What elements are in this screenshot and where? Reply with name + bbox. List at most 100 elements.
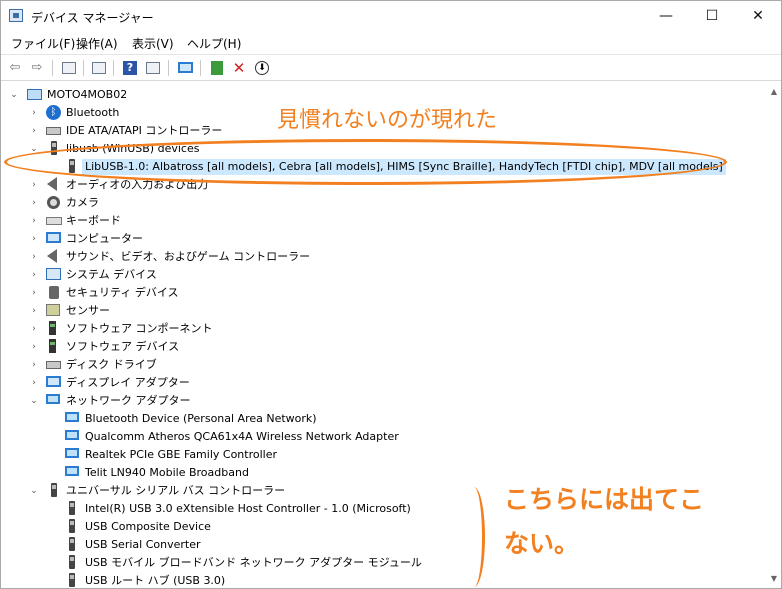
annotation-ellipse — [4, 139, 727, 185]
tree-item-label: USB Composite Device — [85, 520, 211, 533]
back-arrow-icon[interactable]: ⇦ — [6, 59, 24, 77]
chevron-right-icon[interactable]: › — [29, 196, 39, 210]
tree-item-computer[interactable]: › コンピューター — [29, 230, 329, 248]
network-adapter-icon — [65, 448, 79, 458]
chevron-right-icon[interactable]: › — [29, 178, 39, 192]
usb-plug-icon — [51, 483, 57, 497]
system-device-icon — [46, 268, 61, 280]
menu-action[interactable]: 操作(A) — [76, 35, 118, 52]
usb-plug-icon — [69, 555, 75, 569]
window-title: デバイス マネージャー — [31, 11, 154, 25]
chevron-right-icon[interactable]: › — [29, 232, 39, 246]
tree-item-label: センサー — [66, 304, 110, 317]
chevron-right-icon[interactable]: › — [29, 286, 39, 300]
chevron-right-icon[interactable]: › — [29, 106, 39, 120]
action-pane-icon[interactable] — [144, 59, 162, 77]
chevron-down-icon[interactable]: ⌄ — [29, 394, 39, 408]
device-manager-icon — [9, 9, 23, 22]
chevron-right-icon[interactable]: › — [29, 376, 39, 390]
chevron-right-icon[interactable]: › — [29, 214, 39, 228]
chevron-right-icon[interactable]: › — [29, 322, 39, 336]
tree-item-network-adapter[interactable]: ⌄ ネットワーク アダプター — [29, 392, 329, 410]
menu-help[interactable]: ヘルプ(H) — [187, 35, 241, 52]
device-manager-window: デバイス マネージャー — ☐ ✕ ファイル(F) 操作(A) 表示(V) ヘル… — [0, 0, 782, 589]
tree-item-label: Bluetooth — [66, 106, 120, 119]
chevron-right-icon[interactable]: › — [29, 358, 39, 372]
uninstall-device-icon[interactable]: ✕ — [230, 59, 248, 77]
chevron-down-icon[interactable]: ⌄ — [9, 88, 19, 102]
tree-item-label: USB モバイル ブロードバンド ネットワーク アダプター モジュール — [85, 556, 422, 569]
computer-icon — [46, 232, 61, 243]
speaker-icon — [47, 177, 57, 191]
menu-file[interactable]: ファイル(F) — [11, 35, 75, 52]
camera-icon — [47, 196, 60, 209]
chevron-right-icon[interactable]: › — [29, 340, 39, 354]
speaker-icon — [47, 249, 57, 263]
tree-item-label: ディスプレイ アダプター — [66, 376, 190, 389]
tree-item-label: Realtek PCIe GBE Family Controller — [85, 448, 278, 461]
toolbar-separator — [200, 60, 201, 76]
tree-item-network-bt-pan[interactable]: Bluetooth Device (Personal Area Network) — [65, 410, 445, 428]
tree-item-network-realtek[interactable]: Realtek PCIe GBE Family Controller — [65, 446, 445, 464]
tree-item-usb-composite[interactable]: USB Composite Device — [65, 518, 445, 536]
tree-item-label: セキュリティ デバイス — [66, 286, 179, 299]
usb-plug-icon — [69, 537, 75, 551]
toolbar-separator — [113, 60, 114, 76]
chevron-right-icon[interactable]: › — [29, 124, 39, 138]
minimize-button[interactable]: — — [643, 1, 689, 31]
tree-item-network-telit[interactable]: Telit LN940 Mobile Broadband — [65, 464, 445, 482]
scan-hardware-icon[interactable] — [176, 59, 194, 77]
usb-plug-icon — [69, 573, 75, 587]
maximize-button[interactable]: ☐ — [689, 1, 735, 31]
help-icon[interactable]: ? — [121, 59, 139, 77]
network-adapter-icon — [46, 394, 60, 404]
tree-item-label: キーボード — [66, 214, 121, 227]
tree-item-label: IDE ATA/ATAPI コントローラー — [66, 124, 223, 137]
update-driver-icon[interactable] — [208, 59, 226, 77]
tree-item-sound[interactable]: › サウンド、ビデオ、およびゲーム コントローラー — [29, 248, 349, 266]
tree-item-label: コンピューター — [66, 232, 143, 245]
close-button[interactable]: ✕ — [735, 1, 781, 31]
tree-item-label: ソフトウェア デバイス — [66, 340, 180, 353]
properties-sheet-icon[interactable] — [90, 59, 108, 77]
tree-root[interactable]: ⌄ MOTO4MOB02 — [9, 86, 309, 104]
tree-item-software-device[interactable]: › ソフトウェア デバイス — [29, 338, 329, 356]
chevron-right-icon[interactable]: › — [29, 304, 39, 318]
chevron-right-icon[interactable]: › — [29, 268, 39, 282]
bluetooth-icon: ᛒ — [46, 105, 61, 120]
tree-item-display-adapter[interactable]: › ディスプレイ アダプター — [29, 374, 329, 392]
tree-item-usb-controllers[interactable]: ⌄ ユニバーサル シリアル バス コントローラー — [29, 482, 349, 500]
software-device-icon — [49, 339, 56, 353]
tree-item-usb-mobile-broadband[interactable]: USB モバイル ブロードバンド ネットワーク アダプター モジュール — [65, 554, 465, 572]
tree-item-system[interactable]: › システム デバイス — [29, 266, 329, 284]
toolbar: ⇦ ⇨ ? ✕ ⬇ — [1, 54, 781, 81]
tree-item-usb-root-hub[interactable]: USB ルート ハブ (USB 3.0) — [65, 572, 445, 589]
tree-item-label: Telit LN940 Mobile Broadband — [85, 466, 249, 479]
chevron-right-icon[interactable]: › — [29, 250, 39, 264]
disable-device-icon[interactable]: ⬇ — [253, 59, 271, 77]
computer-name: MOTO4MOB02 — [47, 88, 128, 101]
sensor-icon — [46, 304, 60, 316]
tree-item-disk-drive[interactable]: › ディスク ドライブ — [29, 356, 329, 374]
tree-item-label: ユニバーサル シリアル バス コントローラー — [66, 484, 286, 497]
network-adapter-icon — [65, 412, 79, 422]
tree-item-label: Qualcomm Atheros QCA61x4A Wireless Netwo… — [85, 430, 399, 443]
tree-item-usb-serial[interactable]: USB Serial Converter — [65, 536, 445, 554]
tree-item-software-component[interactable]: › ソフトウェア コンポーネント — [29, 320, 329, 338]
menu-view[interactable]: 表示(V) — [132, 35, 174, 52]
forward-arrow-icon[interactable]: ⇨ — [28, 59, 46, 77]
annotation-bottom-text: こちらには出てこない。 — [504, 485, 705, 558]
tree-item-usb-intel[interactable]: Intel(R) USB 3.0 eXtensible Host Control… — [65, 500, 465, 518]
scroll-up-arrow[interactable]: ▲ — [766, 84, 782, 100]
tree-item-keyboard[interactable]: › キーボード — [29, 212, 329, 230]
tree-item-label: ネットワーク アダプター — [66, 394, 191, 407]
usb-plug-icon — [69, 519, 75, 533]
properties-view-icon[interactable] — [60, 59, 78, 77]
tree-item-sensor[interactable]: › センサー — [29, 302, 329, 320]
scroll-down-arrow[interactable]: ▼ — [766, 571, 782, 587]
tree-item-label: カメラ — [66, 196, 99, 209]
chevron-down-icon[interactable]: ⌄ — [29, 484, 39, 498]
tree-item-camera[interactable]: › カメラ — [29, 194, 329, 212]
tree-item-security[interactable]: › セキュリティ デバイス — [29, 284, 329, 302]
tree-item-network-qualcomm[interactable]: Qualcomm Atheros QCA61x4A Wireless Netwo… — [65, 428, 445, 446]
